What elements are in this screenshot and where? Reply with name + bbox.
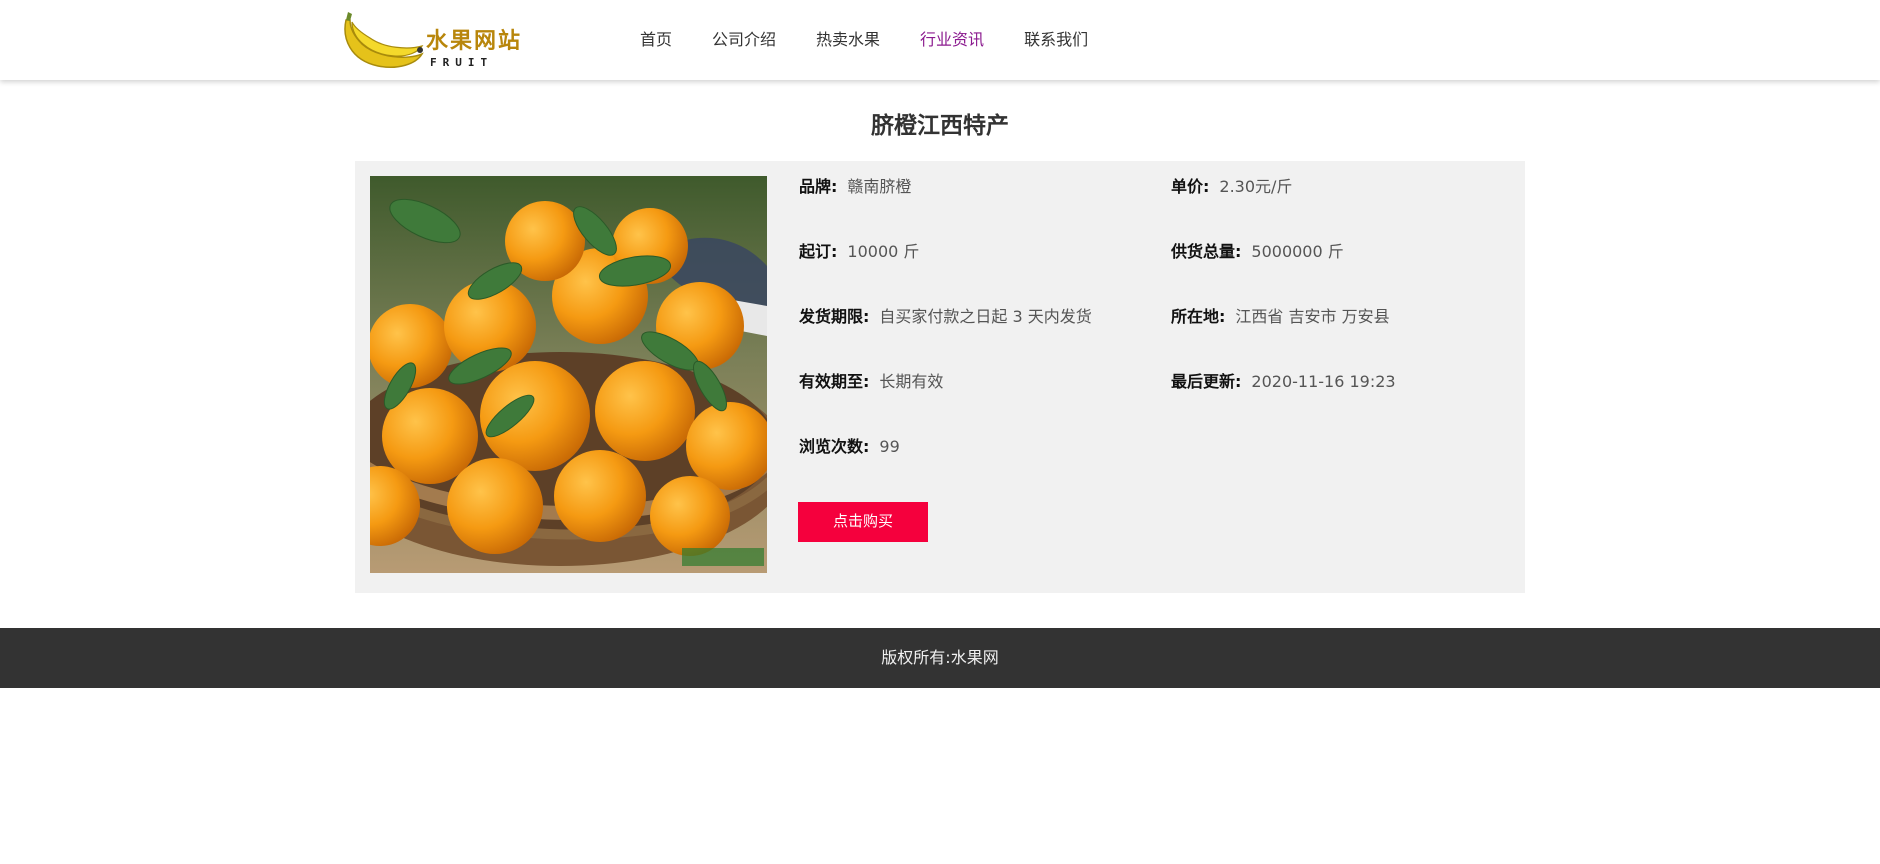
- nav-industry-news[interactable]: 行业资讯: [900, 0, 1004, 80]
- site-footer: 版权所有:水果网: [0, 628, 1880, 688]
- field-location-value: 江西省 吉安市 万安县: [1235, 307, 1390, 326]
- field-updated-label: 最后更新:: [1171, 372, 1242, 391]
- nav-hot-fruits[interactable]: 热卖水果: [796, 0, 900, 80]
- field-delivery-value: 自买家付款之日起 3 天内发货: [879, 307, 1092, 326]
- field-supply-label: 供货总量:: [1171, 242, 1242, 261]
- field-min-order-label: 起订:: [799, 242, 838, 261]
- site-logo[interactable]: 水果网站 FRUIT: [338, 8, 538, 72]
- field-supply-value: 5000000 斤: [1251, 242, 1344, 261]
- nav-contact[interactable]: 联系我们: [1004, 0, 1108, 80]
- field-brand: 品牌: 赣南脐橙: [799, 177, 911, 197]
- field-location: 所在地: 江西省 吉安市 万安县: [1171, 307, 1390, 327]
- product-panel: 品牌: 赣南脐橙 单价: 2.30元/斤 起订: 10000 斤 供货总量: 50000…: [355, 161, 1525, 593]
- field-brand-label: 品牌:: [799, 177, 838, 196]
- field-views-label: 浏览次数:: [799, 437, 870, 456]
- field-min-order-value: 10000 斤: [847, 242, 920, 261]
- field-location-label: 所在地:: [1171, 307, 1226, 326]
- field-delivery: 发货期限: 自买家付款之日起 3 天内发货: [799, 307, 1092, 327]
- field-price: 单价: 2.30元/斤: [1171, 177, 1292, 197]
- product-image: [370, 176, 767, 573]
- field-valid-until: 有效期至: 长期有效: [799, 372, 943, 392]
- field-updated-value: 2020-11-16 19:23: [1251, 372, 1396, 391]
- main-nav: 首页 公司介绍 热卖水果 行业资讯 联系我们: [620, 0, 1108, 80]
- field-min-order: 起订: 10000 斤: [799, 242, 919, 262]
- nav-home[interactable]: 首页: [620, 0, 692, 80]
- site-header: 水果网站 FRUIT 首页 公司介绍 热卖水果 行业资讯 联系我们: [0, 0, 1880, 80]
- field-supply: 供货总量: 5000000 斤: [1171, 242, 1344, 262]
- buy-button[interactable]: 点击购买: [798, 502, 928, 542]
- field-price-label: 单价:: [1171, 177, 1210, 196]
- logo-subtext: FRUIT: [430, 56, 493, 69]
- field-price-value: 2.30元/斤: [1219, 177, 1293, 196]
- product-title: 脐橙江西特产: [871, 113, 1009, 139]
- field-views-value: 99: [879, 437, 900, 456]
- field-updated: 最后更新: 2020-11-16 19:23: [1171, 372, 1396, 392]
- field-delivery-label: 发货期限:: [799, 307, 870, 326]
- logo-text: 水果网站: [426, 29, 522, 54]
- field-views: 浏览次数: 99: [799, 437, 900, 457]
- field-brand-value: 赣南脐橙: [847, 177, 912, 196]
- field-valid-until-label: 有效期至:: [799, 372, 870, 391]
- nav-company[interactable]: 公司介绍: [692, 0, 796, 80]
- field-valid-until-value: 长期有效: [879, 372, 944, 391]
- copyright-text: 版权所有:水果网: [881, 648, 999, 667]
